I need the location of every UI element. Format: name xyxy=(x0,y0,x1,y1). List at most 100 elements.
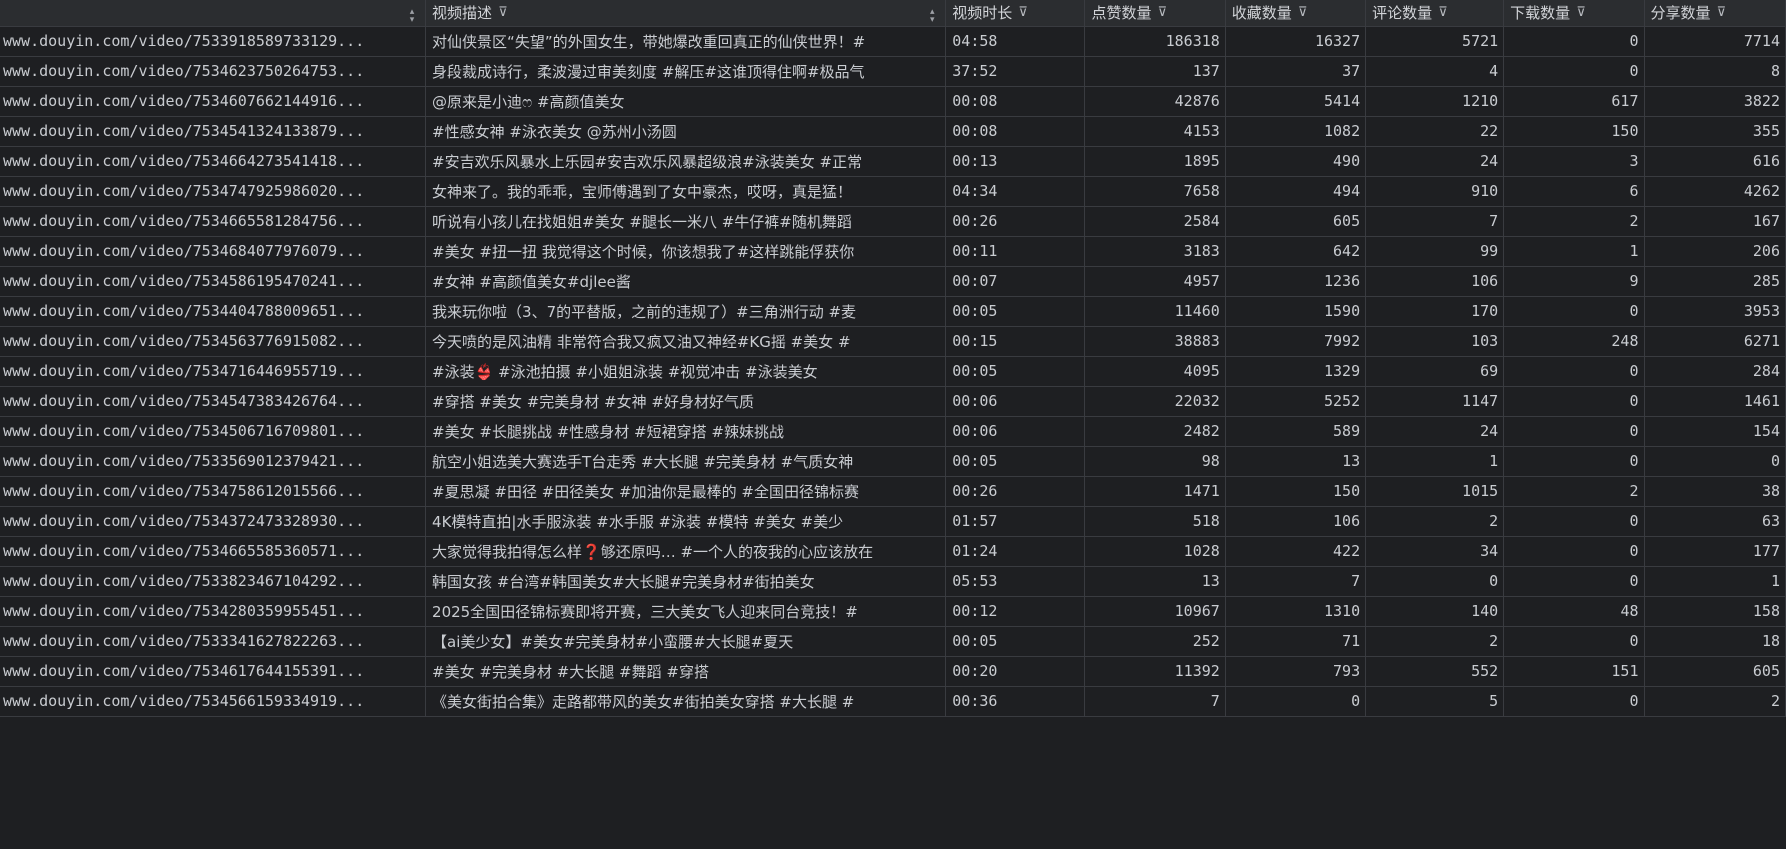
comments-cell[interactable]: 1 xyxy=(1365,446,1505,477)
downloads-cell[interactable]: 3 xyxy=(1503,146,1645,177)
table-row[interactable]: www.douyin.com/video/7534747925986020...… xyxy=(0,176,1786,207)
likes-cell[interactable]: 7 xyxy=(1084,686,1226,717)
video-url-cell[interactable]: www.douyin.com/video/7534747925986020... xyxy=(0,176,427,207)
favorites-cell[interactable]: 1590 xyxy=(1225,296,1367,327)
favorites-cell[interactable]: 0 xyxy=(1225,686,1367,717)
shares-cell[interactable]: 7714 xyxy=(1644,26,1786,57)
shares-cell[interactable]: 4262 xyxy=(1644,176,1786,207)
comments-cell[interactable]: 22 xyxy=(1365,116,1505,147)
video-url-cell[interactable]: www.douyin.com/video/7534566159334919... xyxy=(0,686,427,717)
downloads-cell[interactable]: 9 xyxy=(1503,266,1645,297)
comments-cell[interactable]: 2 xyxy=(1365,626,1505,657)
video-description-cell[interactable]: 《美女街拍合集》走路都带风的美女#街拍美女穿搭 #大长腿 # xyxy=(425,686,947,717)
downloads-cell[interactable]: 1 xyxy=(1503,236,1645,267)
column-url-header[interactable]: ▴▾ xyxy=(0,0,427,27)
sort-indicator-icon[interactable]: ▴▾ xyxy=(407,7,417,23)
likes-cell[interactable]: 98 xyxy=(1084,446,1226,477)
video-url-cell[interactable]: www.douyin.com/video/7534372473328930... xyxy=(0,506,427,537)
likes-cell[interactable]: 3183 xyxy=(1084,236,1226,267)
video-description-cell[interactable]: #美女 #完美身材 #大长腿 #舞蹈 #穿搭 xyxy=(425,656,947,687)
video-url-cell[interactable]: www.douyin.com/video/7534684077976079... xyxy=(0,236,427,267)
table-row[interactable]: www.douyin.com/video/7534623750264753...… xyxy=(0,56,1786,87)
filter-icon[interactable]: ⊽ xyxy=(1157,5,1167,20)
favorites-cell[interactable]: 494 xyxy=(1225,176,1367,207)
likes-cell[interactable]: 137 xyxy=(1084,56,1226,87)
video-description-cell[interactable]: 大家觉得我拍得怎么样❓够还原吗… #一个人的夜我的心应该放在 xyxy=(425,536,947,567)
table-row[interactable]: www.douyin.com/video/7534586195470241...… xyxy=(0,266,1786,297)
downloads-cell[interactable]: 0 xyxy=(1503,626,1645,657)
video-url-cell[interactable]: www.douyin.com/video/7534506716709801... xyxy=(0,416,427,447)
table-row[interactable]: www.douyin.com/video/7534506716709801...… xyxy=(0,416,1786,447)
video-duration-cell[interactable]: 01:24 xyxy=(945,536,1086,567)
video-url-cell[interactable]: www.douyin.com/video/7534404788009651... xyxy=(0,296,427,327)
video-url-cell[interactable]: www.douyin.com/video/7534665585360571... xyxy=(0,536,427,567)
video-description-cell[interactable]: #穿搭 #美女 #完美身材 #女神 #好身材好气质 xyxy=(425,386,947,417)
table-row[interactable]: www.douyin.com/video/7534758612015566...… xyxy=(0,476,1786,507)
favorites-cell[interactable]: 150 xyxy=(1225,476,1367,507)
shares-cell[interactable]: 206 xyxy=(1644,236,1786,267)
table-row[interactable]: www.douyin.com/video/7533341627822263...… xyxy=(0,626,1786,657)
shares-cell[interactable]: 284 xyxy=(1644,356,1786,387)
likes-cell[interactable]: 2584 xyxy=(1084,206,1226,237)
video-duration-cell[interactable]: 00:26 xyxy=(945,476,1086,507)
video-description-cell[interactable]: #女神 #高颜值美女#djlee酱 xyxy=(425,266,947,297)
favorites-cell[interactable]: 793 xyxy=(1225,656,1367,687)
likes-cell[interactable]: 186318 xyxy=(1084,26,1226,57)
likes-cell[interactable]: 22032 xyxy=(1084,386,1226,417)
table-row[interactable]: www.douyin.com/video/7534563776915082...… xyxy=(0,326,1786,357)
video-description-cell[interactable]: #美女 #扭一扭 我觉得这个时候，你该想我了#这样跳能俘获你 xyxy=(425,236,947,267)
video-duration-cell[interactable]: 04:34 xyxy=(945,176,1086,207)
video-description-cell[interactable]: #性感女神 #泳衣美女 @苏州小汤圆 xyxy=(425,116,947,147)
shares-cell[interactable]: 63 xyxy=(1644,506,1786,537)
shares-cell[interactable]: 605 xyxy=(1644,656,1786,687)
downloads-cell[interactable]: 0 xyxy=(1503,566,1645,597)
downloads-cell[interactable]: 0 xyxy=(1503,506,1645,537)
shares-cell[interactable]: 2 xyxy=(1644,686,1786,717)
column-comments-header[interactable]: 评论数量 ⊽ xyxy=(1365,0,1505,27)
video-description-cell[interactable]: 听说有小孩儿在找姐姐#美女 #腿长一米八 #牛仔裤#随机舞蹈 xyxy=(425,206,947,237)
shares-cell[interactable]: 355 xyxy=(1644,116,1786,147)
filter-icon[interactable]: ⊽ xyxy=(498,5,508,20)
likes-cell[interactable]: 1895 xyxy=(1084,146,1226,177)
column-favorites-header[interactable]: 收藏数量 ⊽ xyxy=(1225,0,1367,27)
table-row[interactable]: www.douyin.com/video/7534684077976079...… xyxy=(0,236,1786,267)
likes-cell[interactable]: 252 xyxy=(1084,626,1226,657)
likes-cell[interactable]: 11392 xyxy=(1084,656,1226,687)
table-row[interactable]: www.douyin.com/video/7534607662144916...… xyxy=(0,86,1786,117)
shares-cell[interactable]: 3822 xyxy=(1644,86,1786,117)
favorites-cell[interactable]: 5252 xyxy=(1225,386,1367,417)
favorites-cell[interactable]: 422 xyxy=(1225,536,1367,567)
video-url-cell[interactable]: www.douyin.com/video/7534541324133879... xyxy=(0,116,427,147)
column-shares-header[interactable]: 分享数量 ⊽ xyxy=(1644,0,1786,27)
video-description-cell[interactable]: 身段裁成诗行，柔波漫过审美刻度 #解压#这谁顶得住啊#极品气 xyxy=(425,56,947,87)
comments-cell[interactable]: 0 xyxy=(1365,566,1505,597)
video-url-cell[interactable]: www.douyin.com/video/7534586195470241... xyxy=(0,266,427,297)
comments-cell[interactable]: 99 xyxy=(1365,236,1505,267)
video-duration-cell[interactable]: 00:08 xyxy=(945,116,1086,147)
shares-cell[interactable]: 38 xyxy=(1644,476,1786,507)
comments-cell[interactable]: 910 xyxy=(1365,176,1505,207)
sort-indicator-icon[interactable]: ▴▾ xyxy=(927,7,937,23)
video-duration-cell[interactable]: 00:20 xyxy=(945,656,1086,687)
filter-icon[interactable]: ⊽ xyxy=(1717,5,1727,20)
video-description-cell[interactable]: #美女 #长腿挑战 #性感身材 #短裙穿搭 #辣妹挑战 xyxy=(425,416,947,447)
video-description-cell[interactable]: 4K模特直拍|水手服泳装 #水手服 #泳装 #模特 #美女 #美少 xyxy=(425,506,947,537)
video-description-cell[interactable]: 【ai美少女】#美女#完美身材#小蛮腰#大长腿#夏天 xyxy=(425,626,947,657)
video-duration-cell[interactable]: 00:06 xyxy=(945,416,1086,447)
video-duration-cell[interactable]: 00:13 xyxy=(945,146,1086,177)
filter-icon[interactable]: ⊽ xyxy=(1438,5,1448,20)
table-row[interactable]: www.douyin.com/video/7534547383426764...… xyxy=(0,386,1786,417)
downloads-cell[interactable]: 151 xyxy=(1503,656,1645,687)
comments-cell[interactable]: 140 xyxy=(1365,596,1505,627)
video-duration-cell[interactable]: 00:06 xyxy=(945,386,1086,417)
downloads-cell[interactable]: 2 xyxy=(1503,206,1645,237)
video-url-cell[interactable]: www.douyin.com/video/7534665581284756... xyxy=(0,206,427,237)
comments-cell[interactable]: 5721 xyxy=(1365,26,1505,57)
favorites-cell[interactable]: 642 xyxy=(1225,236,1367,267)
downloads-cell[interactable]: 0 xyxy=(1503,56,1645,87)
video-description-cell[interactable]: 女神来了。我的乖乖，宝师傅遇到了女中豪杰，哎呀，真是猛！ xyxy=(425,176,947,207)
likes-cell[interactable]: 518 xyxy=(1084,506,1226,537)
video-url-cell[interactable]: www.douyin.com/video/7534563776915082... xyxy=(0,326,427,357)
video-description-cell[interactable]: 航空小姐选美大赛选手T台走秀 #大长腿 #完美身材 #气质女神 xyxy=(425,446,947,477)
favorites-cell[interactable]: 13 xyxy=(1225,446,1367,477)
